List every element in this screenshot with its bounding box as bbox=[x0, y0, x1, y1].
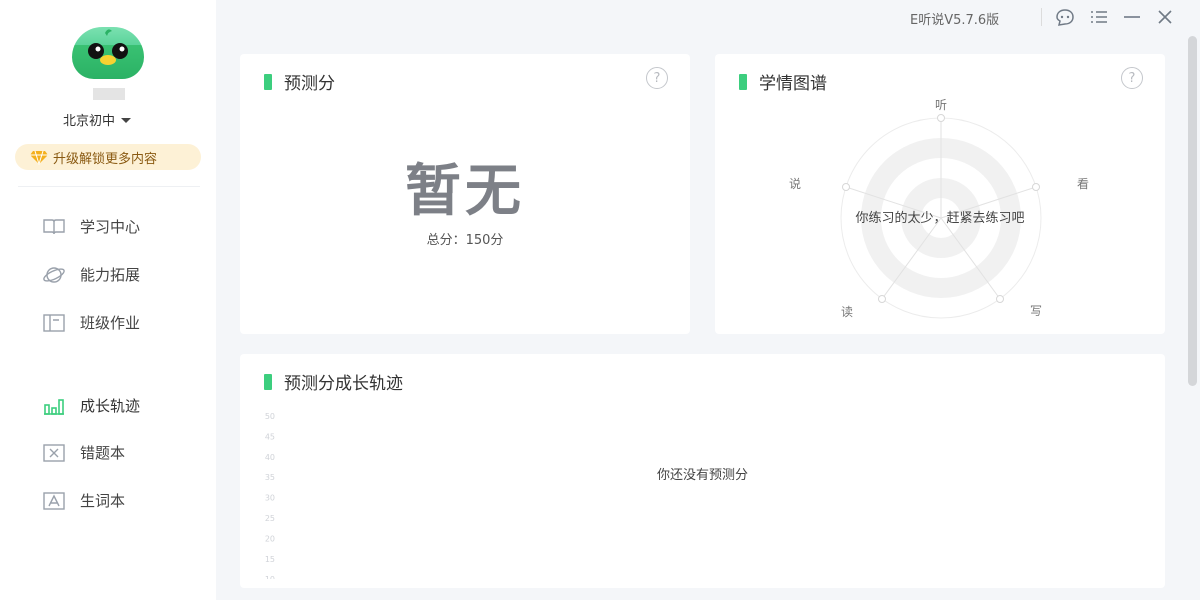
radar-chart: 听 看 写 读 说 bbox=[789, 98, 1089, 319]
school-label: 北京初中 bbox=[63, 114, 116, 129]
school-selector[interactable]: 北京初中 bbox=[63, 110, 132, 129]
radar-node-write bbox=[996, 295, 1004, 303]
sidebar-item-growth[interactable]: 成长轨迹 bbox=[42, 395, 140, 416]
y-tick-label: 25 bbox=[265, 514, 275, 523]
sidebar-item-label: 成长轨迹 bbox=[80, 397, 141, 415]
chat-button[interactable] bbox=[1054, 6, 1076, 28]
y-tick-label: 50 bbox=[265, 412, 275, 421]
avatar[interactable] bbox=[72, 27, 144, 79]
card-title: 预测分 bbox=[284, 74, 335, 94]
growth-y-axis: 50454035302520151050 bbox=[265, 412, 275, 579]
sidebar-item-vocabulary[interactable]: 生词本 bbox=[42, 490, 125, 511]
menu-list-icon bbox=[1091, 11, 1107, 23]
predict-score-card: 预测分 ? 暂无 总分：150分 bbox=[240, 54, 690, 334]
titlebar-divider bbox=[1041, 8, 1042, 26]
minimize-icon bbox=[1124, 16, 1140, 18]
menu-button[interactable] bbox=[1088, 6, 1110, 28]
diamond-icon bbox=[30, 150, 48, 165]
y-tick-label: 20 bbox=[265, 534, 275, 543]
growth-trajectory-card: 预测分成长轨迹 50454035302520151050 你还没有预测分 bbox=[240, 354, 1165, 588]
sidebar-item-label: 班级作业 bbox=[80, 314, 141, 332]
radar-empty-message: 你练习的太少，赶紧去练习吧 bbox=[855, 211, 1025, 226]
a-box-icon bbox=[42, 491, 66, 511]
card-header: 预测分成长轨迹 bbox=[264, 369, 403, 394]
title-accent-bar bbox=[264, 373, 272, 390]
caret-down-icon bbox=[121, 118, 132, 123]
username-placeholder bbox=[93, 88, 125, 100]
sidebar-item-mistakes[interactable]: 错题本 bbox=[42, 442, 125, 463]
radar-node-look bbox=[1032, 183, 1040, 191]
sidebar: 北京初中 升级解锁更多内容 学习中心 能力拓展 班级作业 成长轨迹 错题本 生词… bbox=[0, 0, 216, 600]
radar-node-read bbox=[878, 295, 886, 303]
y-tick-label: 45 bbox=[265, 432, 275, 441]
book-icon bbox=[42, 217, 66, 237]
y-tick-label: 15 bbox=[265, 555, 275, 564]
app-version: E听说V5.7.6版 bbox=[910, 13, 1000, 28]
bar-chart-icon bbox=[42, 396, 66, 416]
y-tick-label: 40 bbox=[265, 453, 275, 462]
layout-icon bbox=[42, 313, 66, 333]
growth-empty-message: 你还没有预测分 bbox=[656, 468, 748, 483]
radar-node-listen bbox=[937, 114, 945, 122]
sidebar-item-ability[interactable]: 能力拓展 bbox=[42, 264, 140, 285]
y-tick-label: 30 bbox=[265, 494, 275, 503]
sidebar-item-label: 学习中心 bbox=[80, 218, 141, 236]
close-icon bbox=[1158, 10, 1172, 24]
sidebar-item-class-homework[interactable]: 班级作业 bbox=[42, 312, 140, 333]
total-score-label: 总分：150分 bbox=[426, 233, 504, 248]
bird-avatar-icon bbox=[88, 29, 128, 65]
card-title: 预测分成长轨迹 bbox=[284, 374, 403, 394]
planet-icon bbox=[42, 265, 66, 285]
chat-bubble-icon bbox=[1056, 9, 1074, 26]
radar-axis-label: 读 bbox=[841, 305, 853, 319]
sidebar-item-label: 错题本 bbox=[80, 444, 126, 462]
close-button[interactable] bbox=[1154, 6, 1176, 28]
title-accent-bar bbox=[264, 73, 272, 90]
upgrade-label: 升级解锁更多内容 bbox=[53, 151, 158, 167]
sidebar-item-label: 能力拓展 bbox=[80, 266, 141, 284]
sidebar-item-study-center[interactable]: 学习中心 bbox=[42, 216, 140, 237]
scrollbar[interactable] bbox=[1188, 36, 1197, 386]
radar-axis-label: 说 bbox=[789, 176, 801, 191]
radar-axis-label: 写 bbox=[1030, 304, 1042, 318]
minimize-button[interactable] bbox=[1121, 6, 1143, 28]
upgrade-button[interactable]: 升级解锁更多内容 bbox=[15, 144, 201, 170]
help-icon[interactable]: ? bbox=[646, 67, 668, 89]
learning-map-card: 学情图谱 ? 听 看 写 读 说 你练习的太少，赶紧去练习吧 bbox=[715, 54, 1165, 334]
predict-score-value: 暂无 bbox=[405, 159, 525, 224]
sidebar-divider bbox=[18, 186, 200, 187]
sidebar-item-label: 生词本 bbox=[80, 492, 126, 510]
x-box-icon bbox=[42, 443, 66, 463]
radar-node-speak bbox=[842, 183, 850, 191]
y-tick-label: 10 bbox=[265, 575, 275, 579]
card-header: 预测分 bbox=[264, 69, 335, 94]
radar-axis-label: 听 bbox=[935, 98, 947, 112]
radar-axis-label: 看 bbox=[1077, 177, 1089, 191]
